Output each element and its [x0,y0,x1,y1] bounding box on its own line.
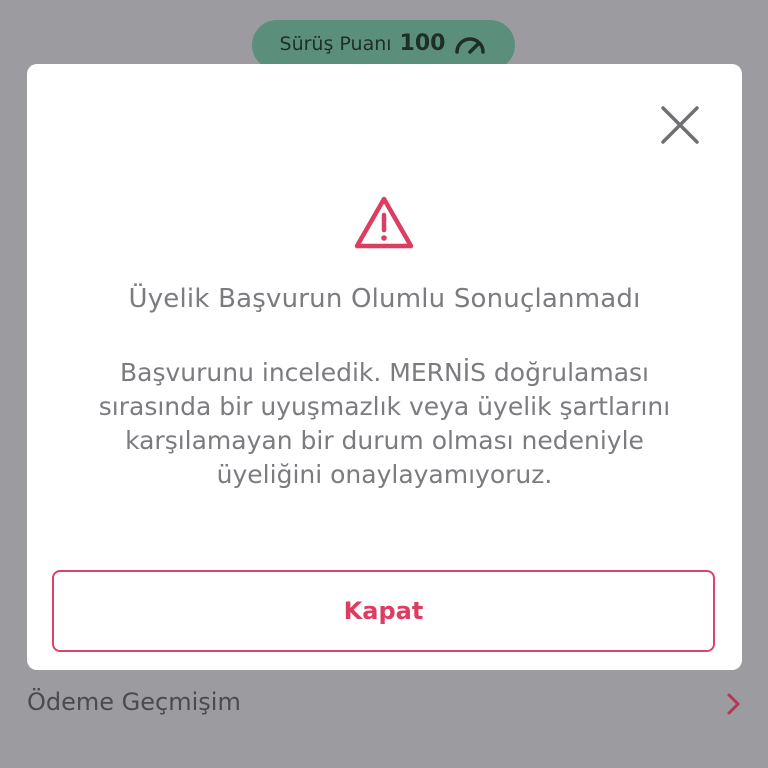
dialog-message-line: karşılamayan bir durum olması nedeniyle [125,426,644,455]
dialog-message: Başvurunu inceledik. MERNİS doğrulaması … [67,356,702,492]
membership-rejected-dialog: Üyelik Başvurun Olumlu Sonuçlanmadı Başv… [27,64,742,670]
close-button-label: Kapat [343,597,424,625]
close-button[interactable]: Kapat [52,570,715,652]
driving-score-value: 100 [399,31,446,56]
chevron-right-icon [727,693,740,715]
payment-history-label: Ödeme Geçmişim [27,688,241,716]
dialog-message-line: sırasında bir uyuşmazlık veya üyelik şar… [98,392,671,421]
dialog-title: Üyelik Başvurun Olumlu Sonuçlanmadı [128,284,641,314]
speedometer-icon [455,37,486,54]
driving-score-label: Sürüş Puanı [279,33,392,55]
dialog-message-line: üyeliğini onaylayamıyoruz. [216,460,553,489]
payment-history-row[interactable]: Ödeme Geçmişim [0,670,768,768]
driving-score-badge[interactable]: Sürüş Puanı 100 [252,20,515,70]
close-icon[interactable] [657,102,703,148]
dialog-message-line: Başvurunu inceledik. MERNİS doğrulaması [119,358,650,387]
warning-triangle-icon [354,196,414,249]
